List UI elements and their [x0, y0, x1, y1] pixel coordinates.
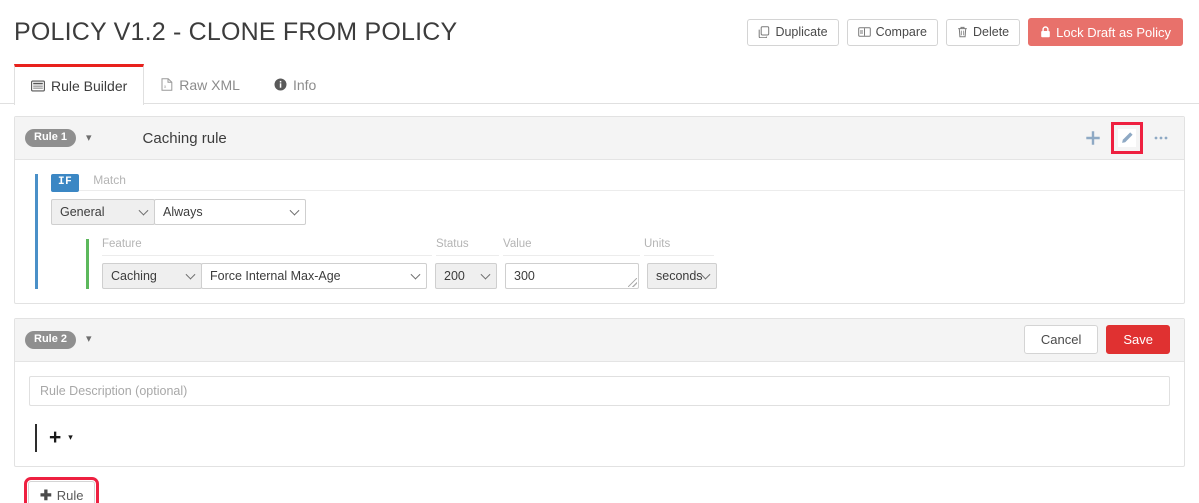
action-controls: Caching Force Internal Max-Age 200 300 s… — [102, 262, 1184, 289]
tab-raw-xml-label: Raw XML — [179, 76, 240, 93]
lock-icon — [1040, 26, 1051, 38]
condition-content: IF Match General Always Feature Status V… — [38, 174, 1184, 289]
rule-2-add-row: + ▾ — [15, 423, 1184, 452]
rule-description-input[interactable]: Rule Description (optional) — [29, 375, 1170, 406]
rule-1-action-block: Feature Status Value Units Caching Force… — [51, 238, 1184, 289]
tab-rule-builder-label: Rule Builder — [51, 78, 128, 94]
tab-info-label: Info — [292, 76, 317, 93]
add-rule-button[interactable]: ✚ Rule — [23, 476, 100, 503]
compare-button[interactable]: Compare — [846, 18, 938, 46]
rule-2-collapse-chevron-icon[interactable]: ▾ — [86, 334, 92, 345]
edit-pencil-icon[interactable] — [1111, 122, 1143, 154]
action-status-select[interactable]: 200 — [435, 262, 497, 289]
rule-card-2: Rule 2 ▾ Cancel Save Rule Description (o… — [14, 317, 1185, 467]
action-content: Feature Status Value Units Caching Force… — [89, 238, 1184, 289]
action-units-select[interactable]: seconds — [647, 262, 717, 289]
rule-builder-panel: Rule 1 ▾ Caching rule IF Match General A… — [0, 104, 1199, 503]
header-actions: Duplicate Compare Delete Lock Draft as P… — [747, 18, 1183, 46]
tab-bar: Rule Builder x Raw XML Info — [0, 64, 1199, 106]
add-row-bar — [35, 423, 37, 452]
svg-text:x: x — [164, 84, 167, 89]
tab-raw-xml[interactable]: x Raw XML — [144, 64, 257, 104]
rule-2-actions: Cancel Save — [1023, 325, 1170, 354]
action-behavior-select[interactable]: Force Internal Max-Age — [201, 262, 427, 289]
condition-label-row: IF Match — [51, 174, 1184, 192]
feature-label: Feature — [102, 238, 432, 256]
duplicate-icon — [758, 26, 770, 38]
cancel-button[interactable]: Cancel — [1023, 325, 1099, 354]
rule-1-header-icons — [1084, 122, 1170, 154]
compare-button-label: Compare — [875, 24, 927, 39]
rule-builder-icon — [31, 80, 45, 92]
add-condition-plus-icon[interactable]: + — [49, 427, 61, 448]
if-badge: IF — [51, 174, 80, 192]
delete-button-label: Delete — [972, 24, 1010, 39]
lock-draft-as-policy-label: Lock Draft as Policy — [1056, 24, 1171, 40]
duplicate-button-label: Duplicate — [775, 24, 828, 39]
add-rule-button-label: Rule — [56, 487, 84, 503]
duplicate-button[interactable]: Duplicate — [747, 18, 839, 46]
action-feature-select[interactable]: Caching — [102, 262, 202, 289]
rule-card-1: Rule 1 ▾ Caching rule IF Match General A… — [14, 116, 1185, 304]
info-icon — [274, 78, 287, 91]
add-rule-wrap: ✚ Rule — [14, 476, 1185, 503]
rule-1-collapse-chevron-icon[interactable]: ▾ — [86, 132, 92, 144]
tab-info[interactable]: Info — [257, 64, 333, 104]
rule-2-badge: Rule 2 — [25, 330, 77, 349]
add-condition-chevron-down-icon[interactable]: ▾ — [68, 432, 73, 443]
match-label: Match — [79, 174, 1184, 191]
condition-controls: General Always — [51, 199, 1184, 225]
rule-1-header: Rule 1 ▾ Caching rule — [15, 117, 1184, 160]
units-label: Units — [644, 238, 714, 256]
rule-1-badge: Rule 1 — [25, 129, 77, 147]
page-header: POLICY V1.2 - CLONE FROM POLICY Duplicat… — [0, 0, 1199, 64]
delete-button[interactable]: Delete — [945, 18, 1021, 46]
tab-rule-builder[interactable]: Rule Builder — [14, 64, 145, 106]
action-label-row: Feature Status Value Units — [102, 238, 1184, 256]
lock-draft-as-policy-button[interactable]: Lock Draft as Policy — [1028, 18, 1183, 46]
trash-icon — [957, 26, 968, 38]
compare-icon — [857, 26, 871, 38]
value-label: Value — [503, 238, 640, 256]
ellipsis-icon[interactable] — [1152, 129, 1170, 147]
plus-icon: ✚ — [40, 486, 52, 503]
condition-scope-select[interactable]: General — [51, 199, 155, 225]
rule-1-name: Caching rule — [142, 129, 227, 147]
rule-1-body: IF Match General Always Feature Status V… — [15, 160, 1184, 303]
save-button[interactable]: Save — [1106, 325, 1170, 354]
plus-icon[interactable] — [1084, 129, 1102, 147]
page-title: POLICY V1.2 - CLONE FROM POLICY — [14, 17, 458, 46]
action-value-textarea[interactable]: 300 — [505, 262, 639, 289]
status-label: Status — [436, 238, 499, 256]
rule-1-condition-block: IF Match General Always Feature Status V… — [15, 174, 1184, 289]
rule-2-header: Rule 2 ▾ Cancel Save — [15, 318, 1184, 362]
rule-2-body: Rule Description (optional) + ▾ — [15, 362, 1184, 466]
xml-file-icon: x — [161, 78, 173, 91]
condition-operator-select[interactable]: Always — [154, 199, 306, 225]
